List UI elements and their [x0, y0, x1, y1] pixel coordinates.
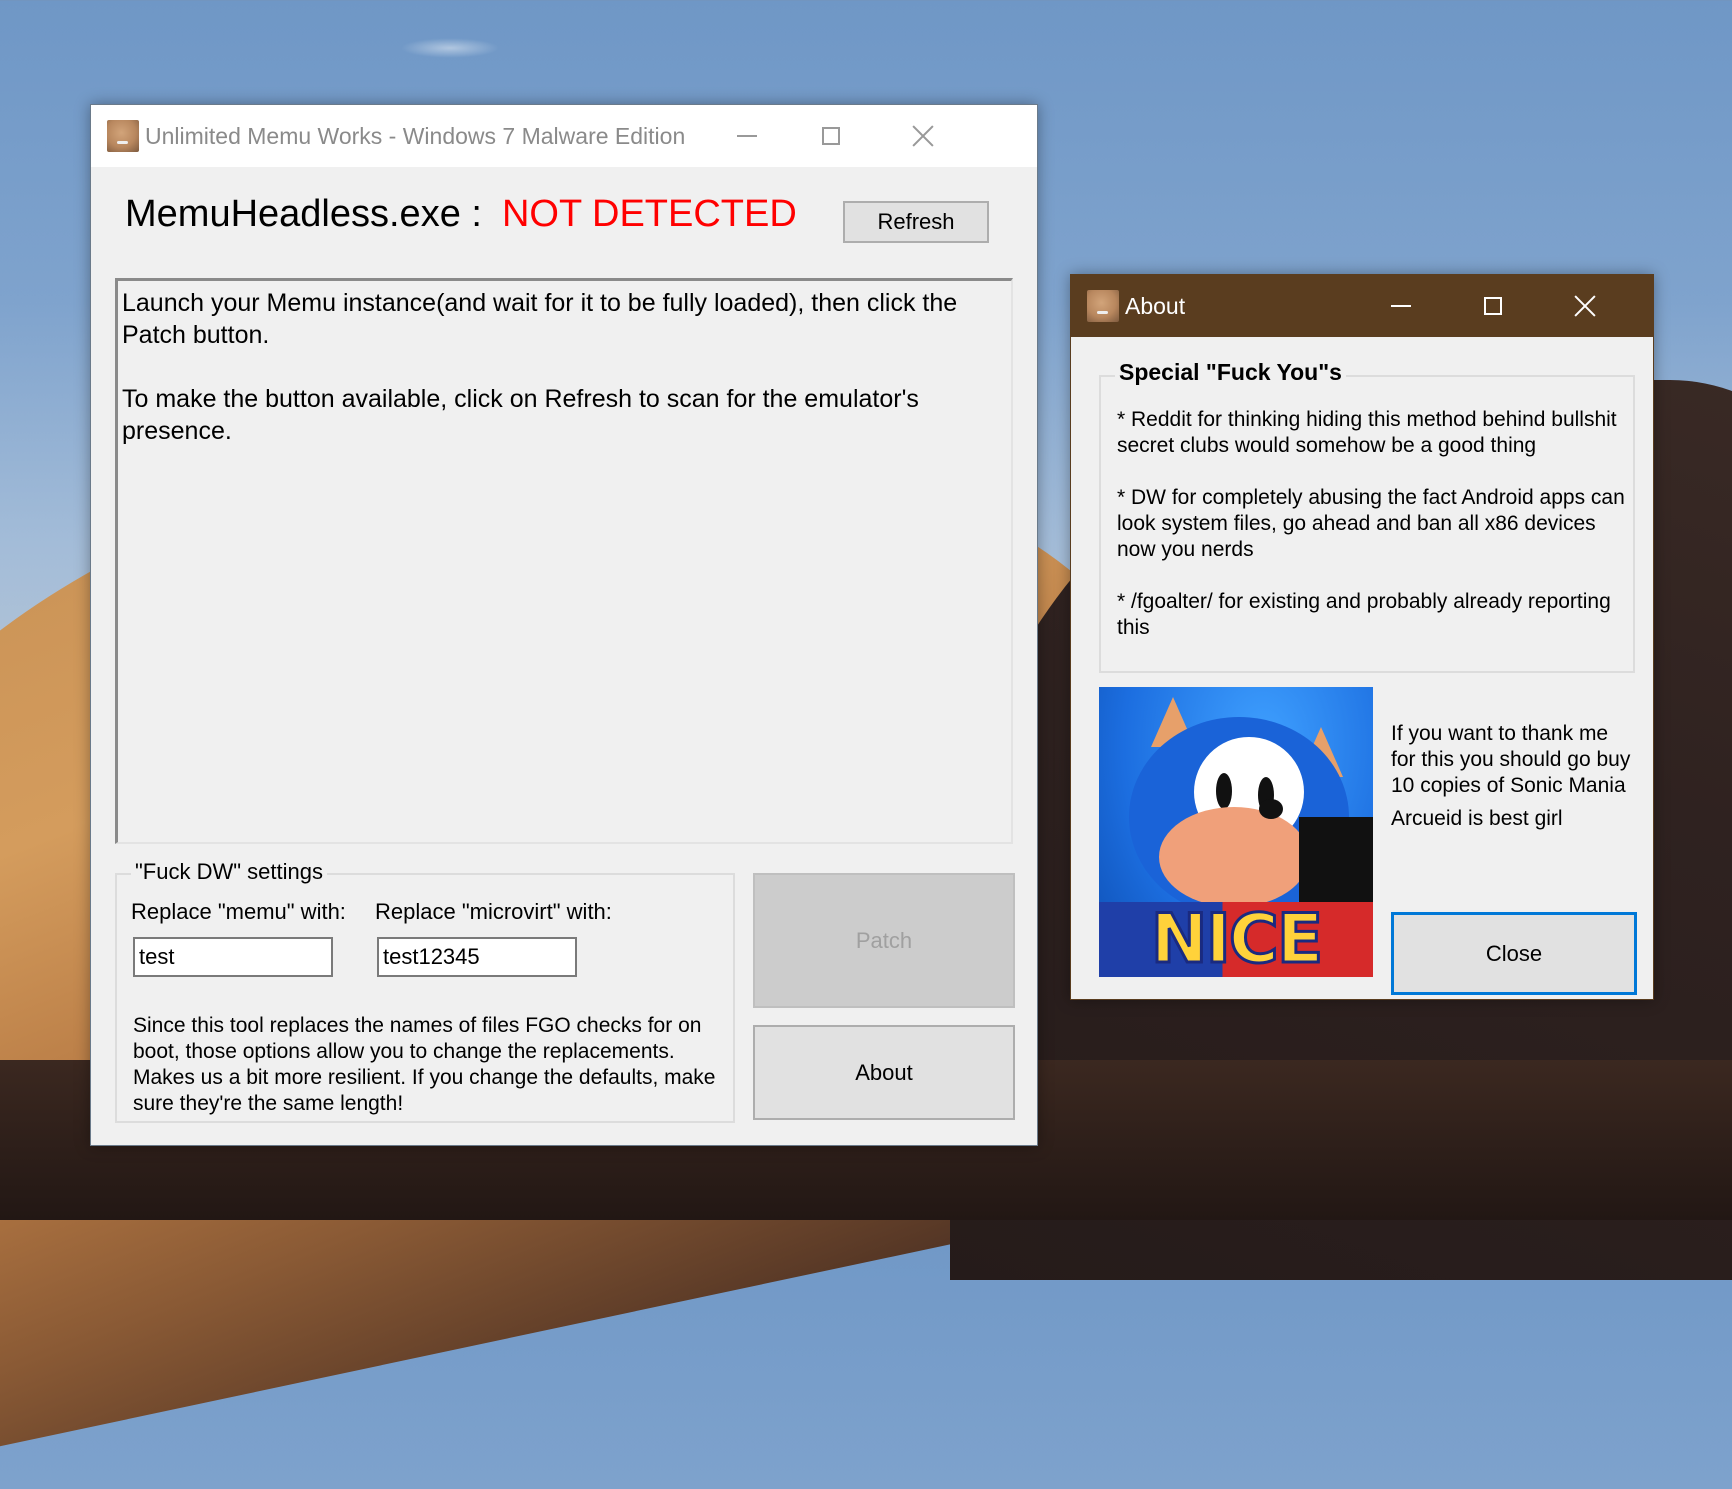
- status-value: NOT DETECTED: [501, 193, 797, 235]
- sonic-pupil: [1216, 773, 1232, 809]
- sonic-nice-image: NICE: [1099, 687, 1373, 977]
- app-avatar-icon: [107, 120, 139, 152]
- maximize-icon: [822, 127, 840, 145]
- refresh-button[interactable]: Refresh: [843, 201, 989, 243]
- main-window: Unlimited Memu Works - Windows 7 Malware…: [90, 104, 1038, 1146]
- about-window: About Special "Fuck You"s * Reddit for t…: [1070, 274, 1654, 1000]
- about-window-title: About: [1125, 292, 1186, 319]
- thank-me-message: If you want to thank me for this you sho…: [1391, 722, 1637, 797]
- sonic-muzzle: [1159, 807, 1309, 907]
- microvirt-replace-label: Replace "microvirt" with:: [375, 899, 612, 924]
- instructions-textbox[interactable]: Launch your Memu instance(and wait for i…: [115, 278, 1013, 844]
- about-maximize-button[interactable]: [1447, 275, 1539, 337]
- status-label: MemuHeadless.exe :: [125, 193, 482, 235]
- maximize-icon: [1484, 297, 1502, 315]
- footer-text: Arcueid is best girl: [1391, 807, 1563, 830]
- about-titlebar[interactable]: About: [1071, 275, 1653, 337]
- close-window-button[interactable]: [877, 105, 969, 167]
- app-avatar-icon: [1087, 290, 1119, 322]
- about-close-window-button[interactable]: [1539, 275, 1631, 337]
- memu-replace-input[interactable]: [133, 937, 333, 977]
- thanks-group: Special "Fuck You"s * Reddit for thinkin…: [1099, 359, 1635, 673]
- patch-button[interactable]: Patch: [753, 873, 1015, 1008]
- thanks-list: * Reddit for thinking hiding this method…: [1117, 407, 1627, 667]
- close-button[interactable]: Close: [1391, 912, 1637, 995]
- close-icon: [1574, 295, 1596, 317]
- sonic-shadow: [1299, 817, 1373, 907]
- thanks-item: * /fgoalter/ for existing and probably a…: [1117, 590, 1611, 639]
- settings-group-legend: "Fuck DW" settings: [131, 859, 327, 885]
- thanks-item: * Reddit for thinking hiding this method…: [1117, 408, 1617, 457]
- nice-banner: NICE: [1099, 899, 1373, 977]
- thanks-item: * DW for completely abusing the fact And…: [1117, 486, 1625, 561]
- minimize-icon: [737, 135, 757, 137]
- main-window-title: Unlimited Memu Works - Windows 7 Malware…: [145, 122, 686, 149]
- thanks-group-legend: Special "Fuck You"s: [1115, 359, 1346, 386]
- sonic-nose: [1259, 799, 1283, 819]
- about-minimize-button[interactable]: [1355, 275, 1447, 337]
- settings-group: "Fuck DW" settings Replace "memu" with: …: [115, 859, 735, 1123]
- minimize-button[interactable]: [701, 105, 793, 167]
- main-titlebar[interactable]: Unlimited Memu Works - Windows 7 Malware…: [91, 105, 1037, 167]
- settings-note: Since this tool replaces the names of fi…: [133, 1014, 716, 1115]
- minimize-icon: [1391, 305, 1411, 307]
- maximize-button[interactable]: [785, 105, 877, 167]
- about-button[interactable]: About: [753, 1025, 1015, 1120]
- memu-replace-label: Replace "memu" with:: [131, 899, 346, 924]
- close-icon: [912, 125, 934, 147]
- detection-status: MemuHeadless.exe : NOT DETECTED: [125, 193, 797, 236]
- microvirt-replace-input[interactable]: [377, 937, 577, 977]
